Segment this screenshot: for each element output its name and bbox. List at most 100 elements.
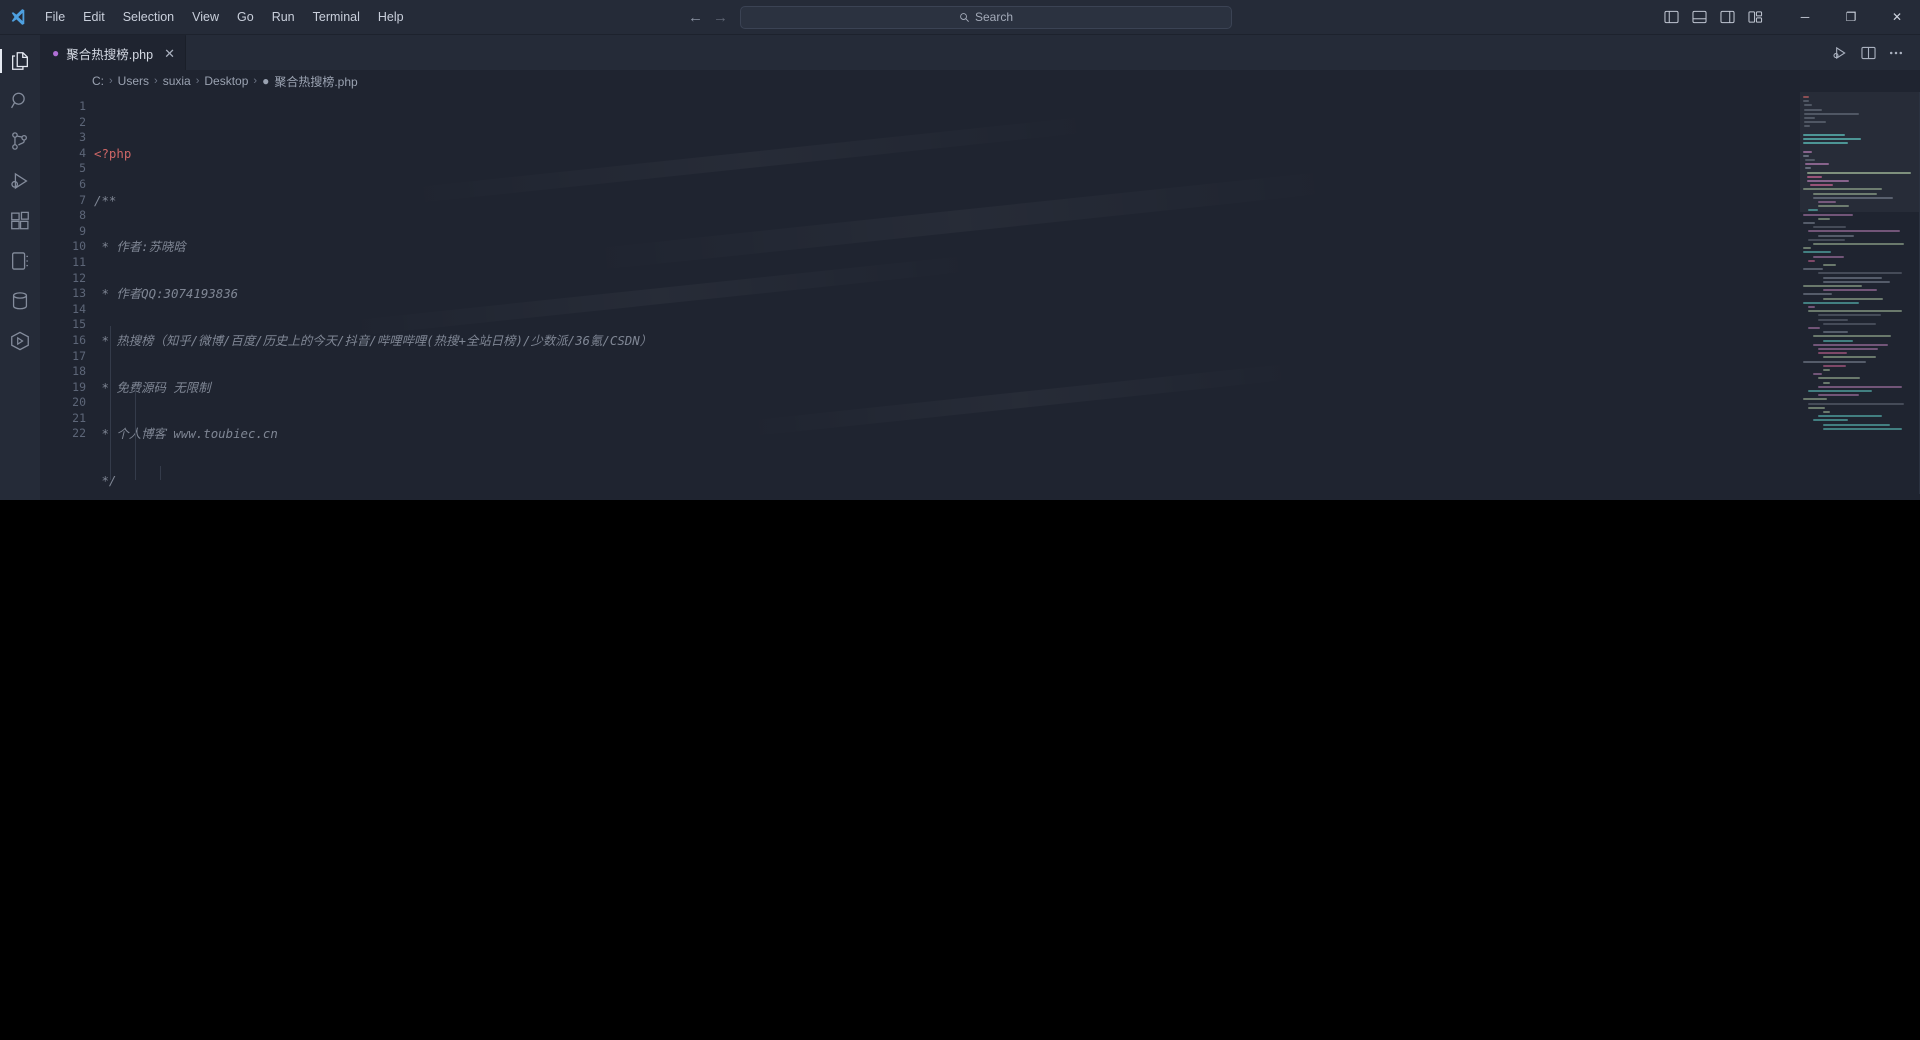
menu-file[interactable]: File: [36, 0, 74, 34]
activity-explorer[interactable]: [0, 41, 40, 81]
code-line-6: * 免费源码 无限制: [94, 379, 211, 395]
minimap-line: [1818, 394, 1859, 397]
activity-search[interactable]: [0, 81, 40, 121]
minimap-line: [1823, 369, 1830, 371]
minimap-line: [1818, 217, 1830, 220]
maximize-restore-button[interactable]: ❐: [1828, 0, 1874, 35]
tab-bar: ● 聚合热搜榜.php ✕: [40, 35, 1920, 70]
line-number: 1: [79, 99, 86, 113]
breadcrumb-item-suxia[interactable]: suxia: [163, 74, 191, 88]
desktop-background: [0, 500, 1920, 1040]
vscode-logo-icon: [0, 8, 36, 26]
code-text[interactable]: <?php /** * 作者:苏晓晗 * 作者QQ:3074193836 * 热…: [86, 92, 1800, 494]
minimap-line: [1803, 96, 1809, 98]
minimap-line: [1804, 117, 1815, 119]
run-debug-icon: [11, 172, 28, 190]
minimap-line: [1813, 192, 1877, 195]
code-editor[interactable]: 1 2 3 4 5 6 7 8 9 10 11 12 13 14 15 16 1: [40, 92, 1920, 494]
minimap-line: [1818, 201, 1836, 203]
minimap-line: [1823, 423, 1891, 426]
minimap-line: [1813, 196, 1893, 199]
minimap[interactable]: [1800, 92, 1920, 494]
activity-run-debug[interactable]: [0, 161, 40, 201]
minimap-line: [1803, 398, 1827, 401]
search-icon: [11, 92, 25, 109]
minimap-line: [1808, 310, 1902, 313]
layout-sidebar-right-icon[interactable]: [1714, 4, 1740, 30]
activity-extensions[interactable]: [0, 201, 40, 241]
minimap-line: [1818, 415, 1882, 418]
code-line-2: /**: [94, 192, 117, 208]
minimap-line: [1823, 289, 1877, 292]
minimap-line: [1818, 205, 1850, 208]
tab-juhe-resoubang-php[interactable]: ● 聚合热搜榜.php ✕: [40, 35, 186, 70]
breadcrumb-item-drive[interactable]: C:: [92, 74, 104, 88]
menu-edit[interactable]: Edit: [74, 0, 114, 34]
minimap-line: [1818, 318, 1849, 321]
minimap-line: [1803, 268, 1824, 271]
search-input[interactable]: Search: [740, 5, 1232, 29]
minimap-line: [1803, 301, 1860, 304]
breadcrumb-item-file[interactable]: 聚合热搜榜.php: [274, 73, 357, 90]
breadcrumb-item-users[interactable]: Users: [118, 74, 149, 88]
line-number: 7: [79, 192, 86, 207]
minimize-button[interactable]: ─: [1782, 0, 1828, 35]
minimap-line: [1803, 150, 1813, 153]
menu-help[interactable]: Help: [369, 0, 413, 34]
php-file-icon: ●: [52, 46, 60, 60]
minimap-line: [1803, 360, 1867, 363]
line-number: 10: [72, 239, 86, 254]
minimap-line: [1803, 247, 1811, 250]
minimap-line: [1808, 327, 1820, 329]
menu-selection[interactable]: Selection: [114, 0, 183, 34]
minimap-line: [1813, 343, 1888, 346]
minimap-line: [1807, 175, 1823, 178]
menu-go[interactable]: Go: [228, 0, 263, 34]
minimap-line: [1804, 121, 1827, 124]
line-number: 4: [79, 145, 86, 160]
split-editor-button[interactable]: [1856, 41, 1880, 65]
more-actions-button[interactable]: [1884, 41, 1908, 65]
minimap-line: [1818, 348, 1879, 350]
line-number: 2: [79, 114, 86, 129]
run-or-debug-button[interactable]: [1828, 41, 1852, 65]
activity-source-control[interactable]: [0, 121, 40, 161]
minimap-line: [1823, 276, 1883, 279]
breadcrumb-separator-icon: ›: [109, 75, 113, 87]
title-bar-right: ─ ❐ ✕: [1658, 0, 1920, 34]
activity-remote[interactable]: [0, 321, 40, 361]
layout-panel-icon[interactable]: [1686, 4, 1712, 30]
layout-sidebar-left-icon[interactable]: [1658, 4, 1684, 30]
line-number: 11: [72, 254, 86, 269]
breadcrumb-separator-icon: ›: [253, 75, 258, 87]
minimap-line: [1818, 314, 1882, 317]
menu-run[interactable]: Run: [263, 0, 304, 34]
minimap-line: [1823, 427, 1903, 430]
menu-terminal[interactable]: Terminal: [304, 0, 369, 34]
minimap-line: [1813, 226, 1847, 229]
close-icon[interactable]: ✕: [164, 47, 175, 60]
close-button[interactable]: ✕: [1874, 0, 1920, 35]
minimap-line: [1807, 180, 1850, 182]
minimap-line: [1818, 377, 1861, 380]
line-number: 5: [79, 161, 86, 176]
layout-customize-icon[interactable]: [1742, 4, 1768, 30]
activity-notebook[interactable]: [0, 241, 40, 281]
minimap-line: [1823, 322, 1876, 325]
menu-view[interactable]: View: [183, 0, 228, 34]
line-number: 18: [72, 364, 86, 379]
activity-database[interactable]: [0, 281, 40, 321]
minimap-line: [1803, 213, 1854, 216]
arrow-left-icon[interactable]: ←: [688, 10, 703, 25]
minimap-line: [1823, 264, 1836, 266]
run-debug-play-icon: [1833, 46, 1846, 59]
line-number: 16: [72, 332, 86, 347]
php-file-icon: ●: [262, 74, 270, 88]
breadcrumb-item-desktop[interactable]: Desktop: [204, 74, 248, 88]
minimap-line: [1803, 142, 1849, 145]
minimap-line: [1808, 238, 1845, 241]
line-number: 9: [79, 223, 86, 238]
minimap-line: [1803, 100, 1809, 103]
minimap-line: [1803, 133, 1845, 136]
arrow-right-icon[interactable]: →: [713, 10, 728, 25]
